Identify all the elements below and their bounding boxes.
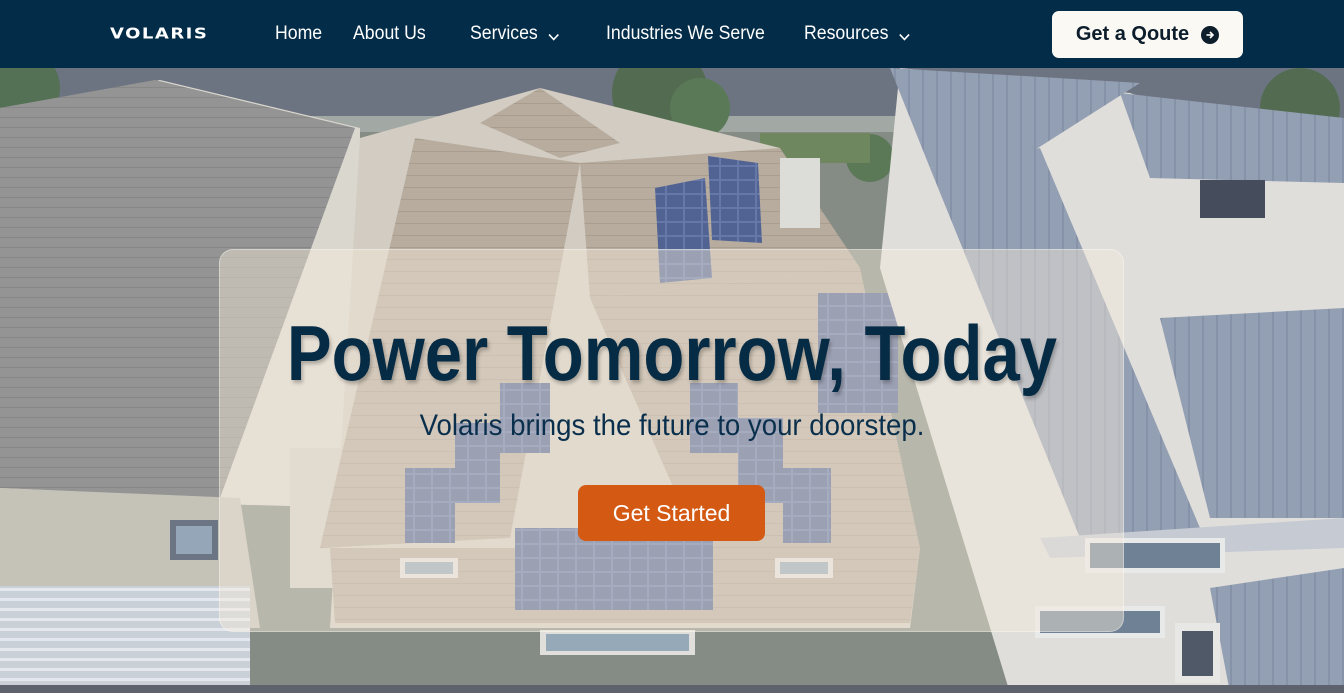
nav-item-label: Home xyxy=(275,23,323,44)
nav-item-label: About Us xyxy=(353,23,426,44)
nav-item-label: Resources xyxy=(804,23,889,44)
brand-logo[interactable]: VOLARIS xyxy=(110,25,208,43)
nav-item-industries[interactable]: Industries We Serve xyxy=(606,22,765,46)
nav-item-home[interactable]: Home xyxy=(275,22,322,46)
arrow-right-circle-icon xyxy=(1201,25,1220,44)
nav-item-about-us[interactable]: About Us xyxy=(353,22,426,46)
nav-item-label: Services xyxy=(470,23,538,44)
nav-item-label: Industries We Serve xyxy=(606,23,765,44)
nav-item-services[interactable]: Services xyxy=(470,22,560,46)
hero-subtitle: Volaris brings the future to your doorst… xyxy=(419,409,925,442)
get-started-button[interactable]: Get Started xyxy=(578,485,765,541)
navbar: VOLARIS Home About Us Services Industrie… xyxy=(0,0,1344,68)
chevron-down-icon xyxy=(898,27,911,41)
nav-item-resources[interactable]: Resources xyxy=(804,22,911,46)
get-quote-label: Get a Qoute xyxy=(1075,23,1190,45)
get-quote-button[interactable]: Get a Qoute xyxy=(1052,11,1243,58)
hero-title: Power Tomorrow, Today xyxy=(286,309,1058,397)
chevron-down-icon xyxy=(547,27,560,41)
